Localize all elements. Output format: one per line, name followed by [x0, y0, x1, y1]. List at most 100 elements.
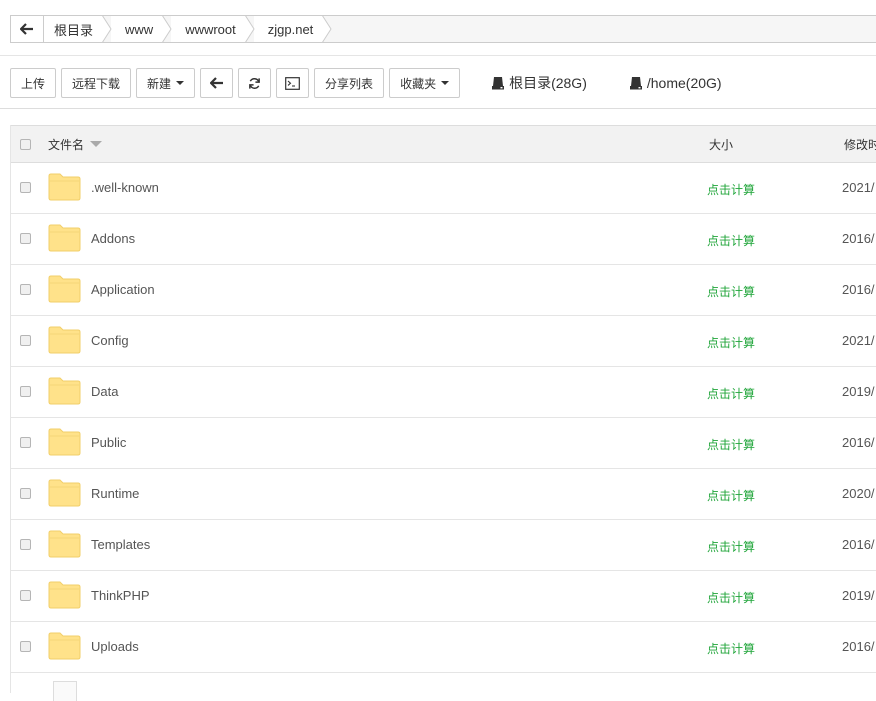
modified-time: 2021/	[842, 180, 875, 195]
favorites-dropdown-button[interactable]: 收藏夹	[389, 68, 461, 98]
file-name[interactable]: Public	[91, 435, 126, 450]
breadcrumb-item[interactable]: wwwroot	[171, 15, 255, 43]
calculate-size-link[interactable]: 点击计算	[707, 487, 755, 504]
table-row[interactable]: Public 点击计算 2016/	[11, 418, 876, 469]
modified-time: 2020/	[842, 486, 875, 501]
calculate-size-link[interactable]: 点击计算	[707, 436, 755, 453]
row-checkbox[interactable]	[20, 284, 31, 295]
table-row[interactable]: Addons 点击计算 2016/	[11, 214, 876, 265]
table-row[interactable]: Runtime 点击计算 2020/	[11, 469, 876, 520]
file-name[interactable]: Uploads	[91, 639, 139, 654]
divider	[0, 55, 876, 56]
table-header: 文件名 大小 修改时	[11, 125, 876, 163]
modified-time: 2019/	[842, 384, 875, 399]
breadcrumb-item[interactable]: www	[111, 15, 172, 43]
file-name[interactable]: Addons	[91, 231, 135, 246]
breadcrumb-separator-icon	[244, 15, 255, 43]
disk-root-label: 根目录(28G)	[509, 75, 587, 91]
divider	[0, 108, 876, 109]
row-checkbox[interactable]	[20, 641, 31, 652]
terminal-button[interactable]	[276, 68, 310, 98]
file-name[interactable]: Templates	[91, 537, 150, 552]
select-all-checkbox[interactable]	[20, 138, 31, 150]
breadcrumb-separator-icon	[102, 15, 112, 43]
calculate-size-link[interactable]: 点击计算	[707, 232, 755, 249]
file-name[interactable]: Runtime	[91, 486, 139, 501]
breadcrumb-item-label: 根目录	[54, 22, 94, 38]
breadcrumb-separator-icon	[162, 15, 172, 43]
remote-download-button[interactable]: 远程下载	[61, 68, 132, 98]
share-list-button[interactable]: 分享列表	[314, 68, 385, 98]
table-row[interactable]: .well-known 点击计算 2021/	[11, 163, 876, 214]
toolbar: 上传 远程下载 新建 分享列表 收藏夹 根目录(28G) /home(20G)	[10, 68, 722, 98]
calculate-size-link[interactable]: 点击计算	[707, 640, 755, 657]
hard-drive-icon	[629, 77, 642, 90]
column-header-modified[interactable]: 修改时	[844, 136, 876, 153]
row-checkbox[interactable]	[20, 335, 31, 346]
breadcrumb-item-label: zjgp.net	[267, 21, 314, 37]
file-name[interactable]: Config	[91, 333, 129, 348]
table-row[interactable]: Data 点击计算 2019/	[11, 367, 876, 418]
table-row[interactable]: ThinkPHP 点击计算 2019/	[11, 571, 876, 622]
calculate-size-link[interactable]: 点击计算	[707, 538, 755, 555]
modified-time: 2016/	[842, 435, 875, 450]
chevron-down-icon	[176, 81, 185, 85]
breadcrumb-item-label: wwwroot	[185, 21, 236, 37]
folder-icon	[48, 173, 81, 201]
breadcrumb-empty-area[interactable]	[323, 16, 876, 42]
row-checkbox[interactable]	[20, 182, 31, 193]
table-row[interactable]: Config 点击计算 2021/	[11, 316, 876, 367]
table-row-partial	[10, 673, 876, 701]
folder-icon	[48, 326, 81, 354]
row-checkbox[interactable]	[20, 590, 31, 601]
disk-root[interactable]: 根目录(28G)	[491, 73, 587, 93]
file-table: 文件名 大小 修改时 .well-known 点击计算 2021/Addons 点击计…	[10, 125, 876, 673]
favorites-label: 收藏夹	[400, 76, 437, 91]
folder-icon	[48, 275, 81, 303]
chevron-down-icon	[441, 81, 450, 85]
disk-home[interactable]: /home(20G)	[629, 75, 722, 91]
modified-time: 2016/	[842, 231, 875, 246]
calculate-size-link[interactable]: 点击计算	[707, 589, 755, 606]
new-dropdown-button[interactable]: 新建	[136, 68, 196, 98]
refresh-button[interactable]	[238, 68, 272, 98]
modified-time: 2021/	[842, 333, 875, 348]
folder-icon	[48, 581, 81, 609]
disk-home-label: /home(20G)	[646, 75, 722, 91]
table-row[interactable]: Uploads 点击计算 2016/	[11, 622, 876, 673]
row-checkbox[interactable]	[20, 488, 31, 499]
row-checkbox[interactable]	[20, 233, 31, 244]
row-checkbox[interactable]	[20, 539, 31, 550]
sort-caret-icon	[90, 141, 103, 147]
modified-time: 2016/	[842, 639, 875, 654]
breadcrumb-item[interactable]: zjgp.net	[253, 15, 332, 43]
breadcrumb-separator-icon	[322, 15, 332, 43]
hard-drive-icon	[492, 77, 505, 90]
upload-button[interactable]: 上传	[10, 68, 57, 98]
calculate-size-link[interactable]: 点击计算	[707, 334, 755, 351]
file-name[interactable]: .well-known	[91, 180, 159, 195]
row-checkbox[interactable]	[20, 386, 31, 397]
breadcrumb: 根目录 www wwwroot zjgp.net	[10, 15, 876, 43]
column-header-size[interactable]: 大小	[709, 136, 733, 153]
column-header-name[interactable]: 文件名	[48, 136, 103, 153]
calculate-size-link[interactable]: 点击计算	[707, 181, 755, 198]
file-name[interactable]: Data	[91, 384, 118, 399]
back-arrow-icon	[209, 77, 223, 89]
table-row[interactable]: Application 点击计算 2016/	[11, 265, 876, 316]
file-name[interactable]: Application	[91, 282, 155, 297]
go-back-button[interactable]	[200, 68, 234, 98]
calculate-size-link[interactable]: 点击计算	[707, 385, 755, 402]
back-arrow-button[interactable]	[11, 16, 44, 42]
file-name[interactable]: ThinkPHP	[91, 588, 150, 603]
modified-time: 2016/	[842, 282, 875, 297]
row-checkbox[interactable]	[20, 437, 31, 448]
folder-icon	[48, 632, 81, 660]
refresh-icon	[249, 77, 260, 89]
folder-icon	[48, 479, 81, 507]
table-row[interactable]: Templates 点击计算 2016/	[11, 520, 876, 571]
back-arrow-icon	[20, 23, 33, 35]
breadcrumb-item[interactable]: 根目录	[44, 15, 112, 43]
calculate-size-link[interactable]: 点击计算	[707, 283, 755, 300]
folder-icon	[48, 224, 81, 252]
